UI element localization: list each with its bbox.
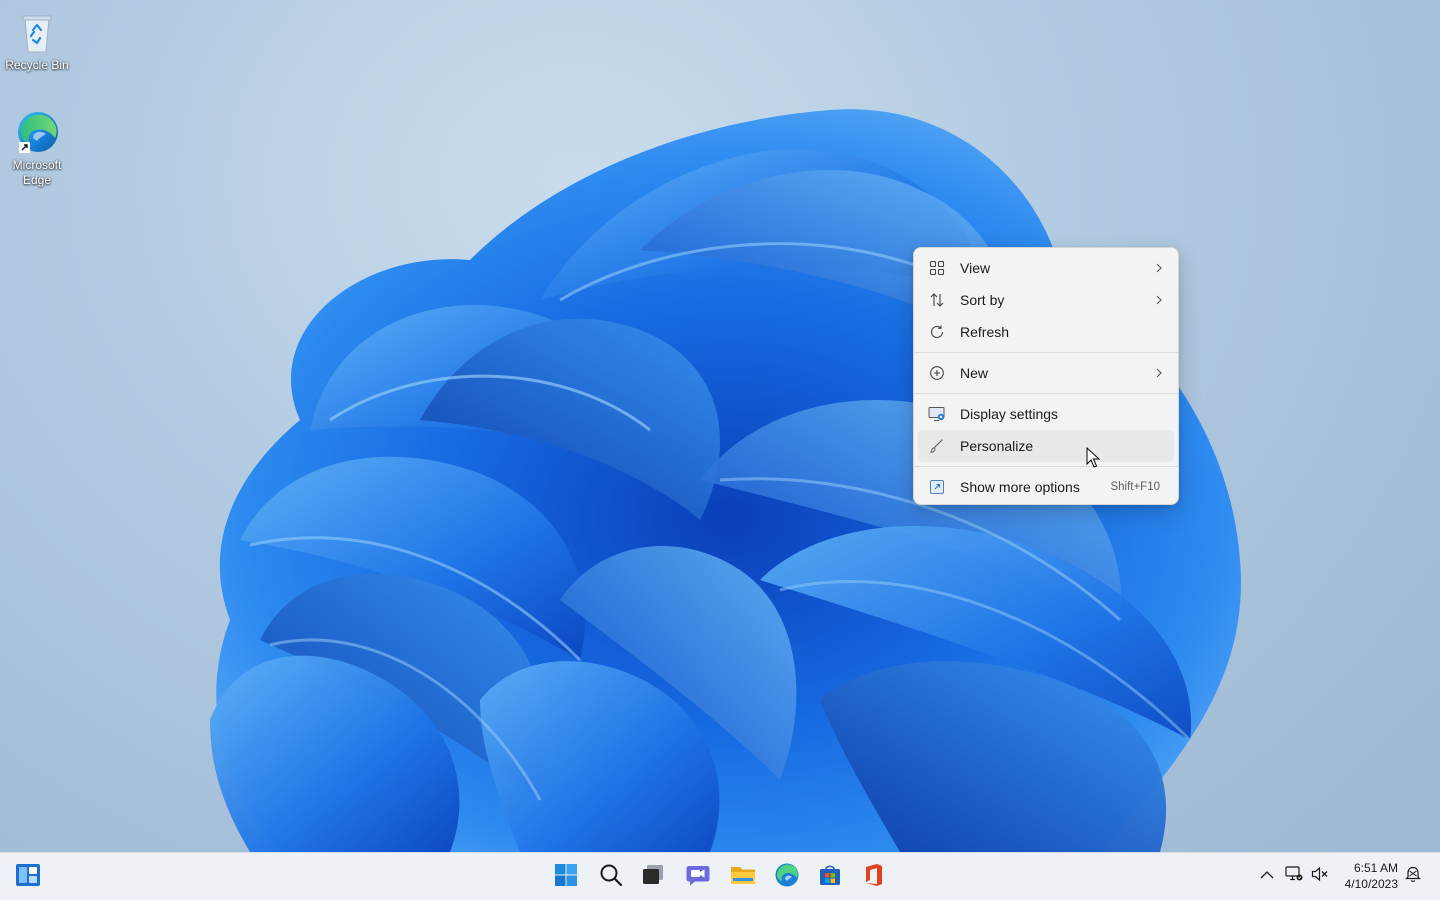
- menu-item-view[interactable]: View: [918, 252, 1174, 284]
- file-explorer-button[interactable]: [724, 858, 762, 896]
- menu-item-shortcut: Shift+F10: [1110, 481, 1160, 493]
- volume-muted-icon: [1311, 866, 1329, 887]
- notification-bell-icon: [1405, 865, 1421, 888]
- brush-icon: [928, 437, 946, 455]
- menu-separator: [914, 393, 1178, 394]
- notifications-button[interactable]: [1404, 865, 1422, 888]
- menu-item-refresh[interactable]: Refresh: [918, 316, 1174, 348]
- menu-separator: [914, 352, 1178, 353]
- menu-item-sort-by[interactable]: Sort by: [918, 284, 1174, 316]
- show-hidden-icons-button[interactable]: [1258, 867, 1276, 885]
- widgets-icon: [15, 863, 41, 892]
- grid-icon: [928, 259, 946, 277]
- mouse-cursor-icon: [1086, 447, 1100, 468]
- plus-circle-icon: [928, 364, 946, 382]
- chevron-right-icon: [1154, 294, 1164, 306]
- menu-item-personalize[interactable]: Personalize: [918, 430, 1174, 462]
- refresh-icon: [928, 323, 946, 341]
- chevron-up-icon: [1260, 867, 1274, 885]
- office-button[interactable]: [855, 858, 893, 896]
- menu-item-show-more-options[interactable]: Show more options Shift+F10: [918, 471, 1174, 503]
- taskbar-clock[interactable]: 6:51 AM 4/10/2023: [1345, 860, 1398, 892]
- menu-separator: [914, 466, 1178, 467]
- start-button[interactable]: [547, 858, 585, 896]
- wallpaper-bloom: [210, 109, 1241, 852]
- search-icon: [599, 863, 623, 892]
- menu-item-label: Sort by: [960, 292, 1005, 308]
- volume-button[interactable]: [1311, 866, 1329, 887]
- menu-item-new[interactable]: New: [918, 357, 1174, 389]
- edge-icon: [13, 108, 61, 156]
- display-settings-icon: [928, 405, 946, 423]
- desktop-icon-recycle-bin[interactable]: Recycle Bin: [1, 8, 73, 73]
- file-explorer-icon: [730, 864, 756, 891]
- search-button[interactable]: [592, 858, 630, 896]
- widgets-button[interactable]: [9, 858, 47, 896]
- start-icon: [554, 863, 578, 892]
- edge-taskbar-button[interactable]: [768, 858, 806, 896]
- menu-item-label: View: [960, 260, 991, 276]
- edge-icon: [774, 862, 800, 893]
- desktop-icon-label: Microsoft Edge: [12, 158, 62, 187]
- menu-item-label: Refresh: [960, 324, 1010, 340]
- show-more-icon: [928, 478, 946, 496]
- network-button[interactable]: [1285, 865, 1303, 887]
- taskbar: 6:51 AM 4/10/2023: [0, 852, 1440, 900]
- menu-item-label: Show more options: [960, 479, 1080, 495]
- chat-button[interactable]: [679, 858, 717, 896]
- recycle-bin-icon: [13, 8, 61, 56]
- store-button[interactable]: [811, 858, 849, 896]
- sort-icon: [928, 291, 946, 309]
- chat-icon: [685, 863, 711, 892]
- menu-item-label: Display settings: [960, 406, 1059, 422]
- clock-time: 6:51 AM: [1353, 861, 1398, 875]
- desktop-icon-microsoft-edge[interactable]: Microsoft Edge: [1, 108, 73, 188]
- menu-item-label: Personalize: [960, 438, 1034, 454]
- store-icon: [818, 863, 842, 892]
- office-icon: [863, 863, 885, 892]
- menu-item-display-settings[interactable]: Display settings: [918, 398, 1174, 430]
- clock-date: 4/10/2023: [1344, 877, 1398, 891]
- task-view-button[interactable]: [634, 858, 672, 896]
- network-icon: [1285, 865, 1303, 887]
- task-view-icon: [641, 864, 665, 891]
- desktop-icon-label: Recycle Bin: [5, 58, 69, 72]
- chevron-right-icon: [1154, 367, 1164, 379]
- desktop[interactable]: Recycle Bin Microsoft Edge View Sort by …: [0, 0, 1440, 900]
- menu-item-label: New: [960, 365, 989, 381]
- chevron-right-icon: [1154, 262, 1164, 274]
- desktop-context-menu: View Sort by Refresh New Display setting…: [913, 247, 1179, 505]
